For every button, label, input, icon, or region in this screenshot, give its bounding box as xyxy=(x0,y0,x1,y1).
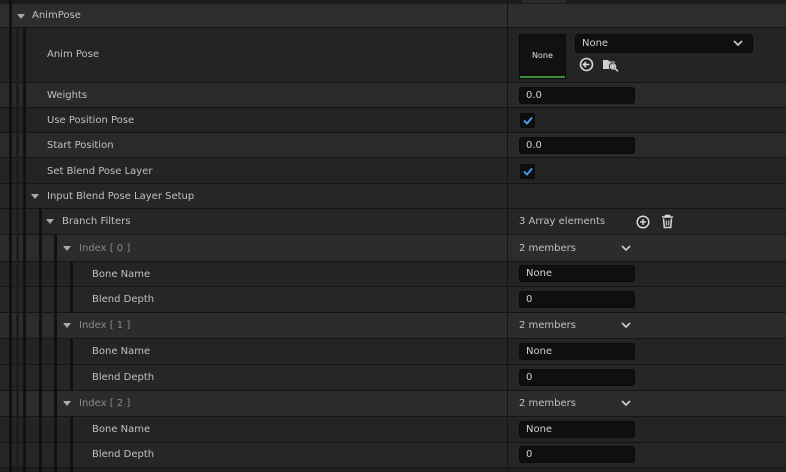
dropdown-value: None xyxy=(582,38,609,49)
members-summary: 2 members xyxy=(519,320,576,331)
property-label: Use Position Pose xyxy=(47,115,135,126)
array-index-row-2[interactable]: Index [ 2 ] 2 members xyxy=(0,391,786,417)
group-row-input-blend-setup[interactable]: Input Blend Pose Layer Setup xyxy=(0,184,786,209)
group-label: Branch Filters xyxy=(62,216,131,227)
collapse-arrow-icon[interactable] xyxy=(31,194,39,199)
set-blend-pose-layer-checkbox[interactable] xyxy=(520,164,535,179)
collapse-arrow-icon[interactable] xyxy=(63,401,71,406)
index-label: Index [ 1 ] xyxy=(79,320,131,331)
blend-depth-field[interactable]: 0 xyxy=(519,446,635,463)
indent-rail xyxy=(9,0,12,472)
thumbnail-text: None xyxy=(532,51,553,60)
asset-thumbnail[interactable]: None xyxy=(519,34,566,79)
chevron-down-icon[interactable] xyxy=(621,400,631,407)
indent-rail xyxy=(70,417,73,472)
property-row-bone-name: Bone Name None xyxy=(0,262,786,287)
bone-name-field[interactable]: None xyxy=(519,343,635,360)
use-selected-icon[interactable] xyxy=(579,57,594,72)
chevron-down-icon xyxy=(733,40,743,47)
index-label: Index [ 0 ] xyxy=(79,243,131,254)
group-label: Input Blend Pose Layer Setup xyxy=(47,191,195,202)
property-label: Bone Name xyxy=(92,269,151,280)
bottom-strip xyxy=(0,468,786,472)
property-label: Set Blend Pose Layer xyxy=(47,166,153,177)
delete-all-icon[interactable] xyxy=(661,214,674,229)
property-row-weights: Weights 0.0 xyxy=(0,83,786,108)
property-row-blend-depth: Blend Depth 0 xyxy=(0,287,786,313)
indent-rail xyxy=(23,28,26,472)
property-label: Anim Pose xyxy=(47,49,100,60)
chevron-down-icon[interactable] xyxy=(621,322,631,329)
collapse-arrow-icon[interactable] xyxy=(46,219,54,224)
blend-depth-field[interactable]: 0 xyxy=(519,291,635,308)
array-index-row-1[interactable]: Index [ 1 ] 2 members xyxy=(0,313,786,339)
property-label: Bone Name xyxy=(92,424,151,435)
array-summary: 3 Array elements xyxy=(519,216,606,227)
members-summary: 2 members xyxy=(519,398,576,409)
indent-rail xyxy=(70,339,73,391)
property-row-bone-name: Bone Name None xyxy=(0,339,786,365)
section-header-animpose[interactable]: AnimPose xyxy=(0,4,786,28)
indent-rail xyxy=(16,28,19,472)
add-element-icon[interactable] xyxy=(636,215,650,229)
weights-field[interactable]: 0.0 xyxy=(519,87,635,104)
property-row-set-blend-pose-layer: Set Blend Pose Layer xyxy=(0,158,786,184)
column-divider[interactable] xyxy=(507,0,508,472)
array-index-row-0[interactable]: Index [ 0 ] 2 members xyxy=(0,235,786,262)
property-label: Start Position xyxy=(47,140,114,151)
blend-depth-field[interactable]: 0 xyxy=(519,369,635,386)
section-title: AnimPose xyxy=(32,10,81,21)
property-label: Blend Depth xyxy=(92,449,155,460)
property-row-blend-depth: Blend Depth 0 xyxy=(0,365,786,391)
chevron-down-icon[interactable] xyxy=(621,245,631,252)
index-label: Index [ 2 ] xyxy=(79,398,131,409)
checkmark-icon xyxy=(523,167,533,176)
bone-name-field[interactable]: None xyxy=(519,265,635,282)
asset-dropdown[interactable]: None xyxy=(575,34,753,53)
indent-rail xyxy=(54,235,57,472)
property-row-use-position-pose: Use Position Pose xyxy=(0,108,786,133)
group-row-branch-filters[interactable]: Branch Filters 3 Array elements xyxy=(0,209,786,235)
indent-rail xyxy=(39,209,42,472)
thumbnail-underline xyxy=(520,76,565,78)
collapse-arrow-icon[interactable] xyxy=(17,14,25,19)
indent-rail xyxy=(70,262,73,313)
top-tab-stub xyxy=(522,0,566,3)
property-label: Weights xyxy=(47,90,88,101)
browse-icon[interactable] xyxy=(602,58,619,72)
property-label: Blend Depth xyxy=(92,294,155,305)
property-row-blend-depth: Blend Depth 0 xyxy=(0,443,786,468)
use-position-pose-checkbox[interactable] xyxy=(520,113,535,128)
checkmark-icon xyxy=(523,116,533,125)
property-row-anim-pose: Anim Pose None None xyxy=(0,28,786,83)
members-summary: 2 members xyxy=(519,243,576,254)
collapse-arrow-icon[interactable] xyxy=(63,246,71,251)
property-label: Blend Depth xyxy=(92,372,155,383)
property-row-bone-name: Bone Name None xyxy=(0,417,786,443)
property-label: Bone Name xyxy=(92,346,151,357)
bone-name-field[interactable]: None xyxy=(519,421,635,438)
start-position-field[interactable]: 0.0 xyxy=(519,137,635,154)
collapse-arrow-icon[interactable] xyxy=(63,323,71,328)
property-row-start-position: Start Position 0.0 xyxy=(0,133,786,158)
